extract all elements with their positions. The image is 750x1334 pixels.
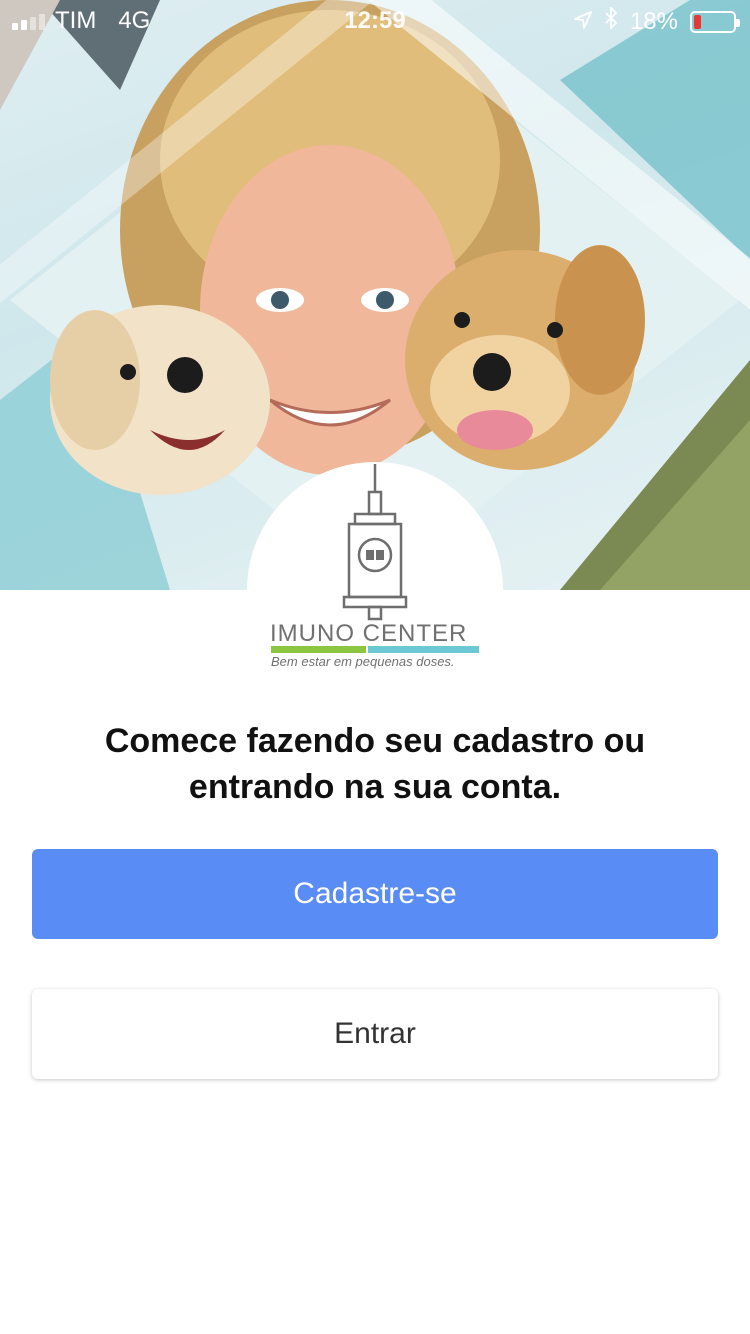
login-button[interactable]: Entrar: [32, 989, 718, 1079]
brand-name: IMUNO CENTER: [270, 620, 468, 647]
battery-level: [694, 14, 701, 29]
logo-badge: [247, 462, 503, 718]
battery-percent: 18%: [629, 7, 678, 35]
signup-button[interactable]: Cadastre-se: [32, 849, 718, 939]
status-right: 18%: [574, 5, 740, 36]
page-headline: Comece fazendo seu cadastro ou entrando …: [104, 722, 646, 806]
brand-tagline: Bem estar em pequenas doses.: [271, 654, 455, 669]
battery-icon: [690, 10, 740, 33]
location-arrow-icon: [574, 8, 592, 36]
bluetooth-icon: [604, 5, 618, 36]
status-bar: TIM 4G 12:59 18%: [0, 0, 750, 40]
syringe-icon: [342, 464, 408, 621]
brand-color-bars: [271, 646, 479, 653]
